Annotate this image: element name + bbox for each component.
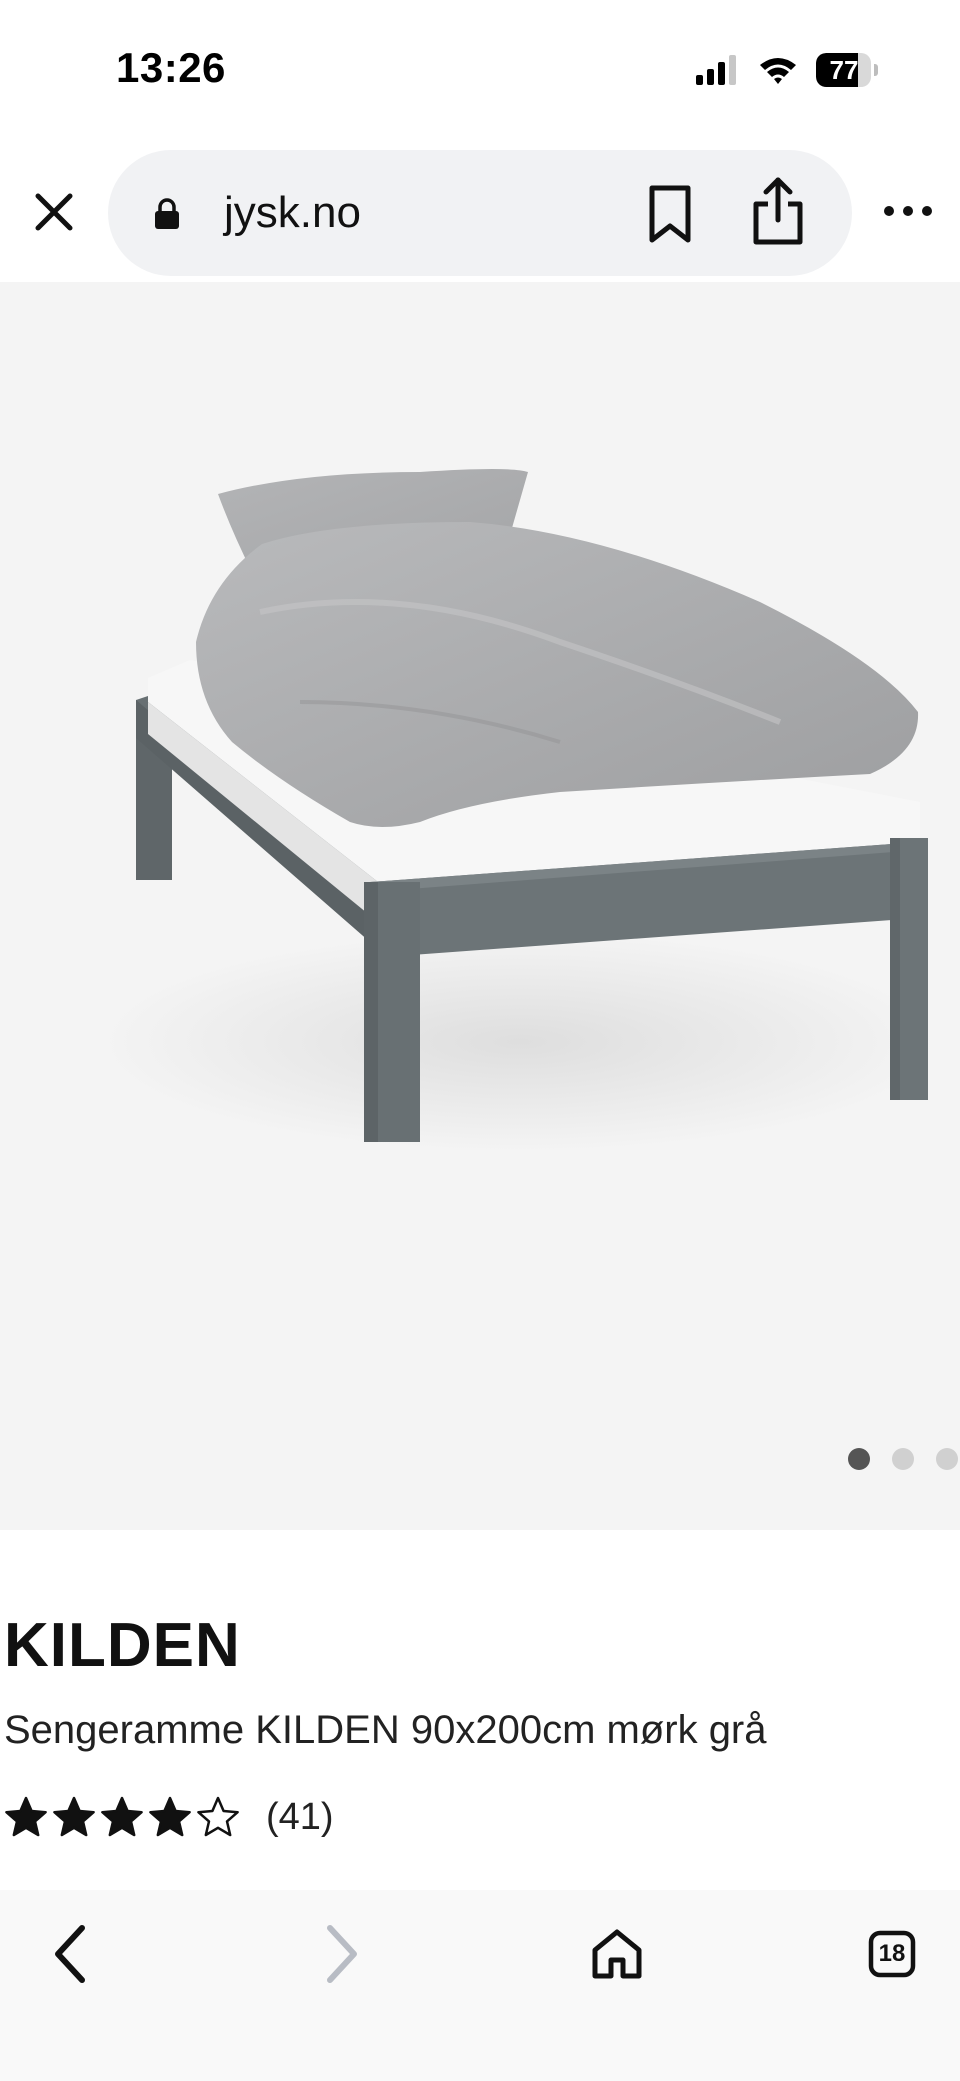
star-filled-icon	[5, 1796, 47, 1837]
battery-body: 77	[816, 53, 872, 87]
back-arrow-icon	[55, 1925, 85, 1983]
bottom-toolbar: 18	[0, 1890, 960, 2081]
url-text: jysk.no	[224, 188, 361, 237]
page: 13:26 77 jysk.no KILDEN Sengeramme KILDE…	[0, 0, 960, 2081]
address-bar[interactable]: jysk.no	[108, 150, 852, 276]
tab-count: 18	[878, 1940, 906, 1967]
star-filled-icon	[53, 1796, 95, 1837]
back-button[interactable]	[30, 1914, 110, 1994]
star-filled-icon	[101, 1796, 143, 1837]
product-rating[interactable]: (41)	[4, 1792, 334, 1842]
status-bar: 13:26 77	[0, 0, 960, 140]
star-half-icon	[197, 1796, 239, 1837]
more-button[interactable]	[880, 196, 936, 226]
share-icon[interactable]	[748, 176, 808, 246]
rating-stars	[4, 1795, 240, 1839]
status-time: 13:26	[116, 44, 226, 91]
product-image-carousel[interactable]	[0, 282, 960, 1530]
product-description: Sengeramme KILDEN 90x200cm mørk grå	[4, 1708, 767, 1752]
lock-icon	[155, 198, 179, 229]
browser-toolbar: jysk.no	[0, 140, 960, 282]
carousel-dot[interactable]	[892, 1448, 914, 1470]
carousel-dot[interactable]	[936, 1448, 958, 1470]
carousel-dot[interactable]	[848, 1448, 870, 1470]
cellular-signal-icon	[696, 55, 736, 85]
status-icons: 77	[696, 50, 878, 90]
forward-arrow-icon	[327, 1925, 357, 1983]
home-icon	[592, 1929, 642, 1979]
tabs-icon: 18	[868, 1930, 916, 1978]
bed-frame-image	[100, 469, 940, 1152]
close-button[interactable]	[28, 186, 80, 238]
battery-icon: 77	[816, 53, 878, 87]
carousel-dots	[820, 1448, 960, 1472]
battery-cap	[874, 64, 878, 76]
tabs-button[interactable]: 18	[852, 1914, 932, 1994]
home-button[interactable]	[577, 1914, 657, 1994]
product-info: KILDEN Sengeramme KILDEN 90x200cm mørk g…	[0, 1530, 960, 1890]
wifi-icon	[760, 58, 796, 84]
forward-button[interactable]	[302, 1914, 382, 1994]
bookmark-icon[interactable]	[644, 184, 696, 244]
battery-level: 77	[829, 55, 859, 85]
more-icon	[884, 206, 932, 216]
close-icon	[35, 193, 73, 231]
review-count[interactable]: (41)	[266, 1796, 334, 1839]
product-name: KILDEN	[4, 1611, 241, 1680]
star-filled-icon	[149, 1796, 191, 1837]
